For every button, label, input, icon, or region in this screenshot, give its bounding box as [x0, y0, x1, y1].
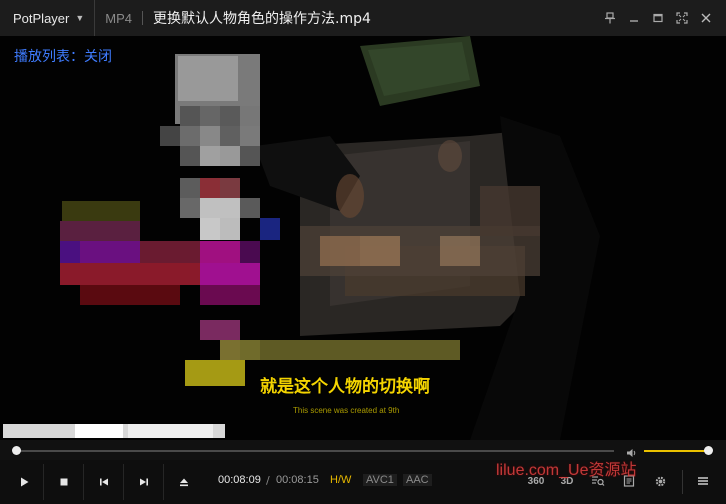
seek-bar[interactable]	[12, 446, 614, 455]
pin-button[interactable]	[598, 6, 622, 30]
close-button[interactable]	[694, 6, 718, 30]
scene-credit-text: This scene was created at 9th	[293, 406, 400, 415]
chevron-down-icon: ▼	[75, 13, 85, 23]
stop-icon	[60, 478, 67, 486]
title-divider	[142, 11, 144, 25]
app-menu-label: PotPlayer	[13, 10, 70, 26]
playlist-status-label: 播放列表：关闭	[14, 49, 112, 65]
pin-icon	[605, 12, 615, 24]
previous-button[interactable]	[84, 464, 124, 500]
settings-icon	[655, 476, 665, 486]
close-icon	[701, 13, 711, 23]
stop-button[interactable]	[44, 464, 84, 500]
time-separator: /	[266, 474, 270, 487]
app-menu-button[interactable]: PotPlayer ▼	[0, 0, 96, 36]
total-time[interactable]: 00:08:15	[276, 474, 319, 486]
minimize-icon	[630, 20, 638, 22]
current-time: 00:08:09	[218, 474, 261, 486]
video-codec-badge[interactable]: AVC1	[363, 474, 397, 486]
eject-icon	[180, 478, 188, 487]
subtitle-text: 就是这个人物的切换啊	[260, 377, 430, 397]
previous-icon	[99, 478, 108, 486]
video-area[interactable]: 播放列表：关闭 就是这个人物的切换啊 This scene was create…	[0, 36, 726, 440]
maximize-button[interactable]	[646, 6, 670, 30]
format-label: MP4	[105, 10, 133, 26]
menu-divider	[682, 470, 683, 494]
play-button[interactable]	[4, 464, 44, 500]
settings-button[interactable]	[649, 470, 671, 492]
volume-slider-thumb[interactable]	[704, 446, 713, 455]
next-button[interactable]	[124, 464, 164, 500]
eject-button[interactable]	[164, 464, 204, 500]
seek-bar-thumb[interactable]	[12, 446, 21, 455]
fullscreen-icon	[676, 12, 688, 24]
maximize-icon	[653, 13, 663, 23]
audio-codec-badge[interactable]: AAC	[403, 474, 432, 486]
volume-slider-fill	[644, 450, 708, 452]
next-icon	[139, 478, 148, 486]
play-icon	[20, 477, 28, 487]
hw-decoder-badge[interactable]: H/W	[327, 474, 354, 486]
minimize-button[interactable]	[622, 6, 646, 30]
watermark-text: lilue.com_Ue资源站	[496, 462, 637, 479]
main-menu-button[interactable]	[692, 470, 714, 492]
menu-icon	[698, 477, 708, 485]
window-controls	[598, 0, 718, 36]
title-bar: PotPlayer ▼ MP4 更换默认人物角色的操作方法.mp4	[0, 0, 726, 36]
fullscreen-button[interactable]	[670, 6, 694, 30]
volume-slider[interactable]	[644, 446, 713, 455]
window-title: 更换默认人物角色的操作方法.mp4	[153, 11, 371, 27]
